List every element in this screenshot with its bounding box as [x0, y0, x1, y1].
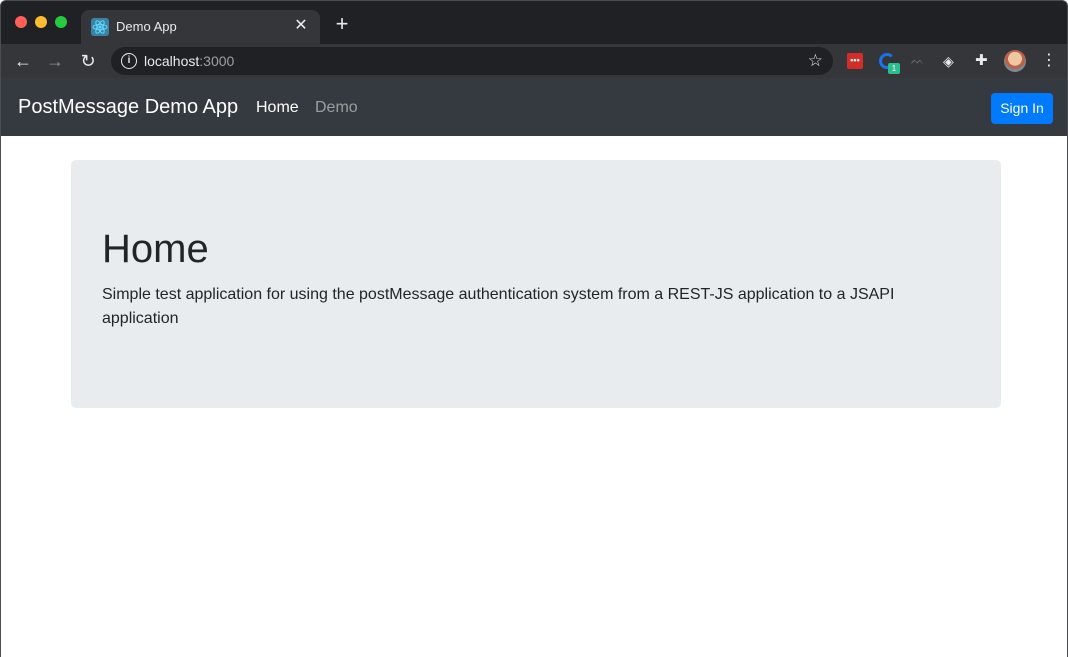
jumbotron: Home Simple test application for using t…	[71, 160, 1001, 408]
maximize-window-button[interactable]	[55, 16, 67, 28]
white-extension-icon[interactable]: ◈	[943, 53, 959, 69]
new-tab-icon[interactable]: +	[332, 13, 352, 35]
url-port: :3000	[199, 53, 235, 69]
app-navbar: PostMessage Demo App Home Demo Sign In	[0, 78, 1068, 136]
page-content: Home Simple test application for using t…	[0, 136, 1068, 657]
gray-extension-icon[interactable]: ᨓ	[911, 53, 927, 69]
nav-link-home[interactable]: Home	[256, 99, 299, 117]
nav-link-demo[interactable]: Demo	[315, 99, 358, 117]
navbar-brand[interactable]: PostMessage Demo App	[18, 96, 238, 119]
star-icon[interactable]: ☆	[808, 51, 823, 71]
minimize-window-button[interactable]	[35, 16, 47, 28]
info-icon[interactable]: i	[121, 53, 137, 69]
url-text[interactable]: localhost:3000	[144, 53, 234, 69]
react-icon	[91, 18, 109, 36]
lastpass-extension-icon[interactable]: •••	[847, 53, 863, 69]
tab-title: Demo App	[116, 19, 177, 34]
close-tab-icon[interactable]: ✕	[292, 17, 310, 35]
profile-avatar[interactable]	[1004, 50, 1026, 72]
extension-badge: 1	[888, 63, 900, 74]
kebab-menu-icon[interactable]: ⋮	[1041, 51, 1057, 71]
page-description: Simple test application for using the po…	[102, 286, 895, 327]
browser-toolbar: ← → ↻ i localhost:3000 ☆ ••• 1 ᨓ ◈ ✚ ⋮	[0, 44, 1068, 78]
browser-tab-strip: Demo App ✕ +	[0, 0, 1068, 45]
puzzle-icon[interactable]: ✚	[975, 53, 991, 69]
sign-in-button[interactable]: Sign In	[991, 93, 1053, 124]
close-window-button[interactable]	[15, 16, 27, 28]
browser-tab[interactable]: Demo App ✕	[81, 10, 320, 45]
forward-arrow-icon[interactable]: →	[45, 51, 65, 71]
reload-icon[interactable]: ↻	[78, 51, 98, 71]
url-host: localhost	[144, 53, 200, 69]
address-bar[interactable]: i localhost:3000 ☆	[111, 47, 833, 75]
page-title: Home	[102, 227, 209, 271]
back-arrow-icon[interactable]: ←	[13, 51, 33, 71]
